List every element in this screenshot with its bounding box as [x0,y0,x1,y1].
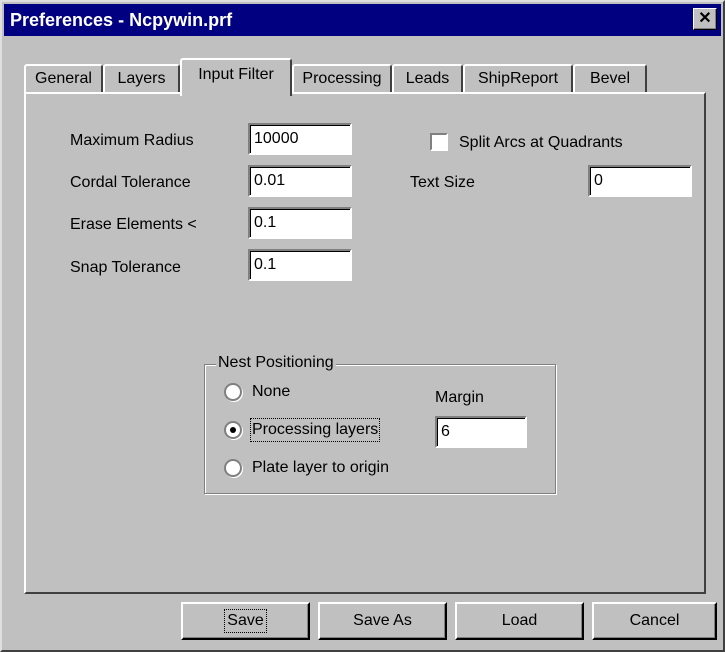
tab-layers[interactable]: Layers [103,64,180,94]
radio-processing-layers[interactable] [224,421,242,439]
tab-input-filter[interactable]: Input Filter [180,58,292,96]
save-as-button-label: Save As [353,612,412,629]
save-button-label: Save [224,609,267,633]
maximum-radius-input[interactable] [248,123,352,155]
radio-plate-layer-to-origin[interactable] [224,459,242,477]
radio-none-label: None [252,383,291,400]
text-size-input[interactable] [588,165,692,197]
tab-shipreport[interactable]: ShipReport [463,64,573,94]
split-arcs-label: Split Arcs at Quadrants [459,134,623,151]
load-button[interactable]: Load [455,602,584,640]
cancel-button[interactable]: Cancel [592,602,717,640]
tab-label: Bevel [589,70,631,87]
tab-leads[interactable]: Leads [392,64,463,94]
split-arcs-checkbox[interactable] [430,133,448,151]
tab-label: Leads [405,70,450,87]
radio-selected-dot [230,427,236,433]
tab-bevel[interactable]: Bevel [573,64,647,94]
preferences-dialog: Preferences - Ncpywin.prf ✕ General Laye… [0,0,725,652]
tab-label: ShipReport [477,70,559,87]
save-as-button[interactable]: Save As [318,602,447,640]
snap-tolerance-input[interactable] [248,249,352,281]
margin-label: Margin [435,389,484,406]
radio-processing-layers-label: Processing layers [249,418,381,442]
snap-tolerance-label: Snap Tolerance [70,259,181,276]
cordal-tolerance-input[interactable] [248,165,352,197]
tab-label: Layers [117,70,166,87]
tab-processing[interactable]: Processing [292,64,392,94]
tab-strip: General Layers Input Filter Processing L… [2,2,725,102]
tab-label: General [35,70,92,87]
text-size-label: Text Size [410,174,475,191]
tab-label: Input Filter [198,66,274,83]
cordal-tolerance-label: Cordal Tolerance [70,174,191,191]
load-button-label: Load [501,612,538,629]
erase-elements-input[interactable] [248,207,352,239]
save-button[interactable]: Save [181,602,310,640]
margin-input[interactable] [435,416,527,448]
erase-elements-label: Erase Elements < [70,216,197,233]
cancel-button-label: Cancel [629,612,680,629]
radio-plate-layer-to-origin-label: Plate layer to origin [252,459,389,476]
maximum-radius-label: Maximum Radius [70,132,194,149]
radio-none[interactable] [224,383,242,401]
tab-label: Processing [302,70,382,87]
nest-positioning-title: Nest Positioning [216,353,336,373]
tab-general[interactable]: General [24,64,103,94]
